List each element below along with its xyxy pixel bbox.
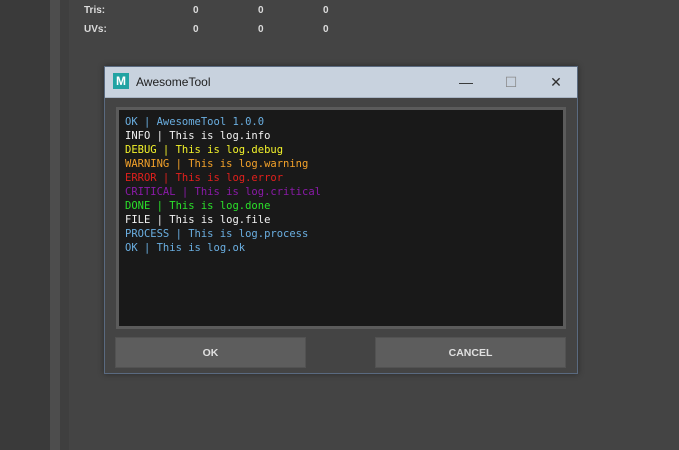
stats-label: Tris: — [84, 5, 106, 16]
minimize-icon[interactable]: — — [455, 72, 477, 92]
cancel-button[interactable]: CANCEL — [375, 337, 566, 368]
panel-splitter[interactable] — [50, 0, 60, 450]
stats-label: UVs: — [84, 24, 107, 35]
stats-value: 0 — [323, 5, 329, 16]
log-line: DEBUG | This is log.debug — [125, 144, 284, 156]
stats-row-uvs: UVs: 0 0 0 — [84, 24, 344, 38]
panel-border — [60, 0, 69, 450]
ok-button[interactable]: OK — [115, 337, 306, 368]
close-icon[interactable]: ✕ — [545, 72, 567, 92]
log-line: PROCESS | This is log.process — [125, 228, 309, 240]
stats-value: 0 — [258, 24, 264, 35]
log-line: WARNING | This is log.warning — [125, 158, 309, 170]
log-line: INFO | This is log.info — [125, 130, 271, 142]
log-line: FILE | This is log.file — [125, 214, 271, 226]
log-line: ERROR | This is log.error — [125, 172, 284, 184]
stats-value: 0 — [258, 5, 264, 16]
log-line: OK | This is log.ok — [125, 242, 246, 254]
stats-row-tris: Tris: 0 0 0 — [84, 5, 344, 19]
app-logo-icon: M — [113, 73, 129, 89]
log-output[interactable]: OK | AwesomeTool 1.0.0 INFO | This is lo… — [116, 107, 566, 329]
stats-value: 0 — [323, 24, 329, 35]
awesometool-dialog: M AwesomeTool — ☐ ✕ OK | AwesomeTool 1.0… — [104, 66, 578, 374]
log-line: OK | AwesomeTool 1.0.0 — [125, 116, 265, 128]
stats-value: 0 — [193, 5, 199, 16]
left-panel — [0, 0, 50, 450]
dialog-titlebar[interactable]: M AwesomeTool — ☐ ✕ — [105, 67, 577, 98]
log-line: DONE | This is log.done — [125, 200, 271, 212]
dialog-title: AwesomeTool — [136, 75, 211, 89]
maximize-icon[interactable]: ☐ — [500, 72, 522, 92]
log-line: CRITICAL | This is log.critical — [125, 186, 321, 198]
stats-value: 0 — [193, 24, 199, 35]
